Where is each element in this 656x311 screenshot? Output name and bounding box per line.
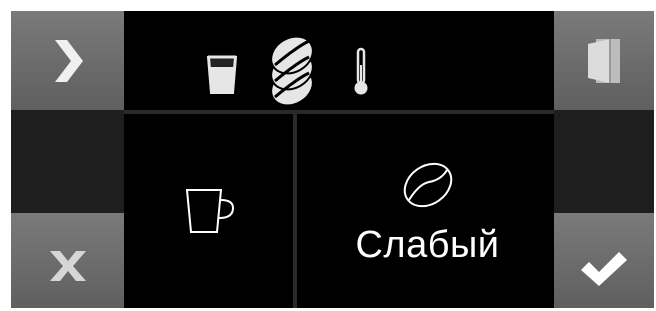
cup-icon [185, 189, 234, 233]
glass-icon [206, 55, 238, 94]
strength-label: Слабый [355, 223, 500, 266]
top-status-bar [124, 11, 554, 110]
left-blank-panel [11, 110, 124, 213]
strength-panel[interactable]: Слабый [301, 114, 554, 308]
confirm-button[interactable] [554, 213, 654, 308]
cancel-button[interactable] [11, 213, 124, 308]
chevron-right-icon [54, 39, 83, 82]
door-exit-icon [588, 38, 620, 83]
coffee-beans-stack-icon [270, 35, 314, 107]
coffee-bean-outline-icon [403, 162, 452, 207]
next-button[interactable] [11, 11, 124, 110]
thermometer-icon [354, 47, 368, 95]
right-blank-panel [554, 110, 654, 213]
coffee-machine-screen: Слабый [11, 11, 654, 308]
exit-button[interactable] [554, 11, 654, 110]
close-x-icon [49, 250, 86, 281]
checkmark-icon [581, 251, 627, 286]
cup-size-panel[interactable] [124, 114, 297, 308]
